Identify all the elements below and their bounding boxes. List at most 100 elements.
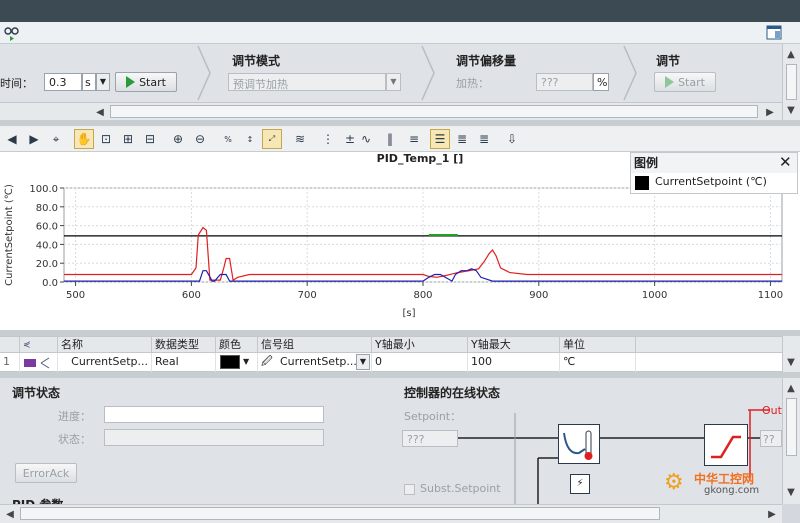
legend-panel: 图例 ✕ CurrentSetpoint (℃) (630, 152, 798, 194)
pan-hand-icon[interactable]: ✋ (74, 129, 94, 149)
scroll-thumb[interactable] (786, 398, 797, 456)
out-label: Out (762, 404, 782, 417)
row-ymin[interactable]: 0 (372, 353, 468, 372)
subst-setpoint-checkbox[interactable]: Subst.Setpoint (404, 482, 501, 495)
scroll-up-icon[interactable]: ▲ (783, 46, 799, 62)
y-tick-label: 40.0 (36, 240, 58, 251)
legend-item[interactable]: CurrentSetpoint (℃) (631, 173, 797, 193)
sample-time-input[interactable]: 0.3 (44, 73, 82, 91)
scroll-thumb[interactable] (20, 507, 660, 520)
watermark-sub: gkong.com (704, 485, 760, 496)
tuning-vertical-scrollbar[interactable]: ▲ ▼ (782, 44, 800, 120)
tuning-toolbar: 时间： 0.3 s ▼ Start 调节模式 预调节加热 ▼ 调节偏移量 加热：… (0, 44, 782, 102)
align-right-icon[interactable]: ≣ (474, 129, 494, 149)
scroll-right-icon[interactable]: ▶ (764, 506, 780, 522)
row-ymax[interactable]: 100 (468, 353, 560, 372)
y-tick-label: 80.0 (36, 203, 58, 214)
section-separator-2 (421, 45, 435, 101)
col-ymax[interactable]: Y轴最大 (468, 337, 560, 354)
subst-setpoint-label: Subst.Setpoint (420, 482, 501, 495)
x-tick-label: 600 (182, 290, 201, 301)
tune-start-label: Start (678, 75, 705, 89)
legend-title: 图例 (634, 156, 659, 170)
legend-close-icon[interactable]: ✕ (779, 153, 792, 171)
scroll-down-icon[interactable]: ▼ (783, 354, 799, 370)
measure-start-button[interactable]: Start (115, 72, 177, 92)
trend-icon[interactable]: ∿ (356, 129, 376, 149)
tune-title: 调节 (656, 54, 681, 68)
col-color[interactable]: 颜色 (216, 337, 258, 354)
zoom-100-x-icon[interactable]: % (218, 129, 238, 149)
pid-controller-icon (558, 424, 600, 464)
zoom-out-icon[interactable]: ⊖ (190, 129, 210, 149)
signal-table-header: ⋞ 名称 数据类型 颜色 信号组 Y轴最小 Y轴最大 单位 (0, 336, 782, 354)
measurement-icon[interactable]: ⋮ (318, 129, 338, 149)
col-ymin[interactable]: Y轴最小 (372, 337, 468, 354)
scroll-left-icon[interactable]: ◀ (2, 506, 18, 522)
zoom-100-y-icon[interactable]: ↕ (240, 129, 260, 149)
row-color-picker[interactable]: ▼ (216, 353, 258, 372)
zoom-x-icon[interactable]: ⊞ (118, 129, 138, 149)
scroll-down-icon[interactable]: ▼ (783, 484, 799, 500)
tuning-horizontal-scrollbar[interactable]: ◀ ▶ (0, 102, 782, 120)
col-unit[interactable]: 单位 (560, 337, 636, 354)
panel-toggle-icon[interactable] (766, 25, 782, 41)
mode-dropdown-icon[interactable]: ▼ (386, 73, 401, 91)
color-swatch[interactable] (220, 355, 240, 369)
scroll-up-icon[interactable]: ▲ (783, 380, 799, 396)
autoscale-icon[interactable]: ≋ (290, 129, 310, 149)
mode-title: 调节模式 (232, 54, 281, 68)
forward-icon[interactable]: ▶ (24, 129, 44, 149)
zoom-in-icon[interactable]: ⊕ (168, 129, 188, 149)
row-unit[interactable]: ℃ (560, 353, 636, 372)
table-vertical-scrollbar[interactable]: ▼ (782, 336, 800, 372)
signal-group-dropdown-icon[interactable]: ▼ (356, 354, 370, 370)
col-signal-group[interactable]: 信号组 (258, 337, 372, 354)
measure-cursor-icon[interactable]: ⌖ (46, 129, 66, 149)
status-vertical-scrollbar[interactable]: ▲ ▼ (782, 378, 800, 504)
zoom-y-icon[interactable]: ⊟ (140, 129, 160, 149)
scroll-thumb[interactable] (110, 105, 758, 118)
status-panel: 调节状态 进度： 状态： ErrorAck PID 参数 控制器的在线状态 Se… (0, 378, 782, 504)
align-left-icon[interactable]: ≣ (452, 129, 472, 149)
plot-frame (63, 187, 783, 283)
progress-bar (104, 406, 324, 423)
back-icon[interactable]: ◀ (2, 129, 22, 149)
mode-select[interactable]: 预调节加热 (228, 73, 386, 91)
table-row[interactable]: 1 CurrentSetp... Real ▼ 🖉 CurrentSetp...… (0, 353, 782, 372)
status-horizontal-scrollbar[interactable]: ◀ ▶ (0, 504, 782, 523)
gear-icon: ⚙ (664, 470, 684, 495)
scroll-left-icon[interactable]: ◀ (92, 104, 108, 120)
vertical-cursor-icon[interactable]: ‖ (380, 129, 400, 149)
sample-unit-dropdown-icon[interactable]: ▼ (96, 73, 110, 91)
sample-unit-select[interactable]: s (82, 73, 96, 91)
status-label: 状态： (58, 433, 91, 446)
scroll-thumb[interactable] (786, 64, 797, 100)
x-tick-label: 1000 (642, 290, 667, 301)
col-name[interactable]: 名称 (58, 337, 152, 354)
zoom-100-xy-icon[interactable]: ⤢ (262, 129, 282, 149)
offset-input[interactable]: ??? (536, 73, 593, 91)
glasses-icon[interactable] (4, 25, 20, 41)
color-dropdown-icon[interactable]: ▼ (243, 353, 249, 371)
col-datatype[interactable]: 数据类型 (152, 337, 216, 354)
out-field: ?? (760, 430, 782, 447)
legend-icon[interactable]: ☰ (430, 129, 450, 149)
scroll-down-icon[interactable]: ▼ (783, 102, 799, 118)
horizontal-cursor-icon[interactable]: ≡ (404, 129, 424, 149)
row-index-header (0, 337, 20, 354)
checkbox-icon[interactable] (404, 483, 415, 495)
x-tick-label: 500 (66, 290, 85, 301)
row-signal-group[interactable]: 🖉 CurrentSetp... ▼ (258, 353, 372, 372)
x-tick-label: 800 (413, 290, 432, 301)
scroll-right-icon[interactable]: ▶ (762, 104, 778, 120)
row-index: 1 (0, 353, 20, 372)
play-icon (665, 76, 675, 88)
manual-icon[interactable]: ⚡ (570, 474, 590, 494)
x-tick-label: 1100 (758, 290, 783, 301)
zoom-area-icon[interactable]: ⊡ (96, 129, 116, 149)
tune-start-button[interactable]: Start (654, 72, 716, 92)
export-icon[interactable]: ⇩ (502, 129, 522, 149)
status-field (104, 429, 324, 446)
errorack-button[interactable]: ErrorAck (15, 463, 77, 483)
